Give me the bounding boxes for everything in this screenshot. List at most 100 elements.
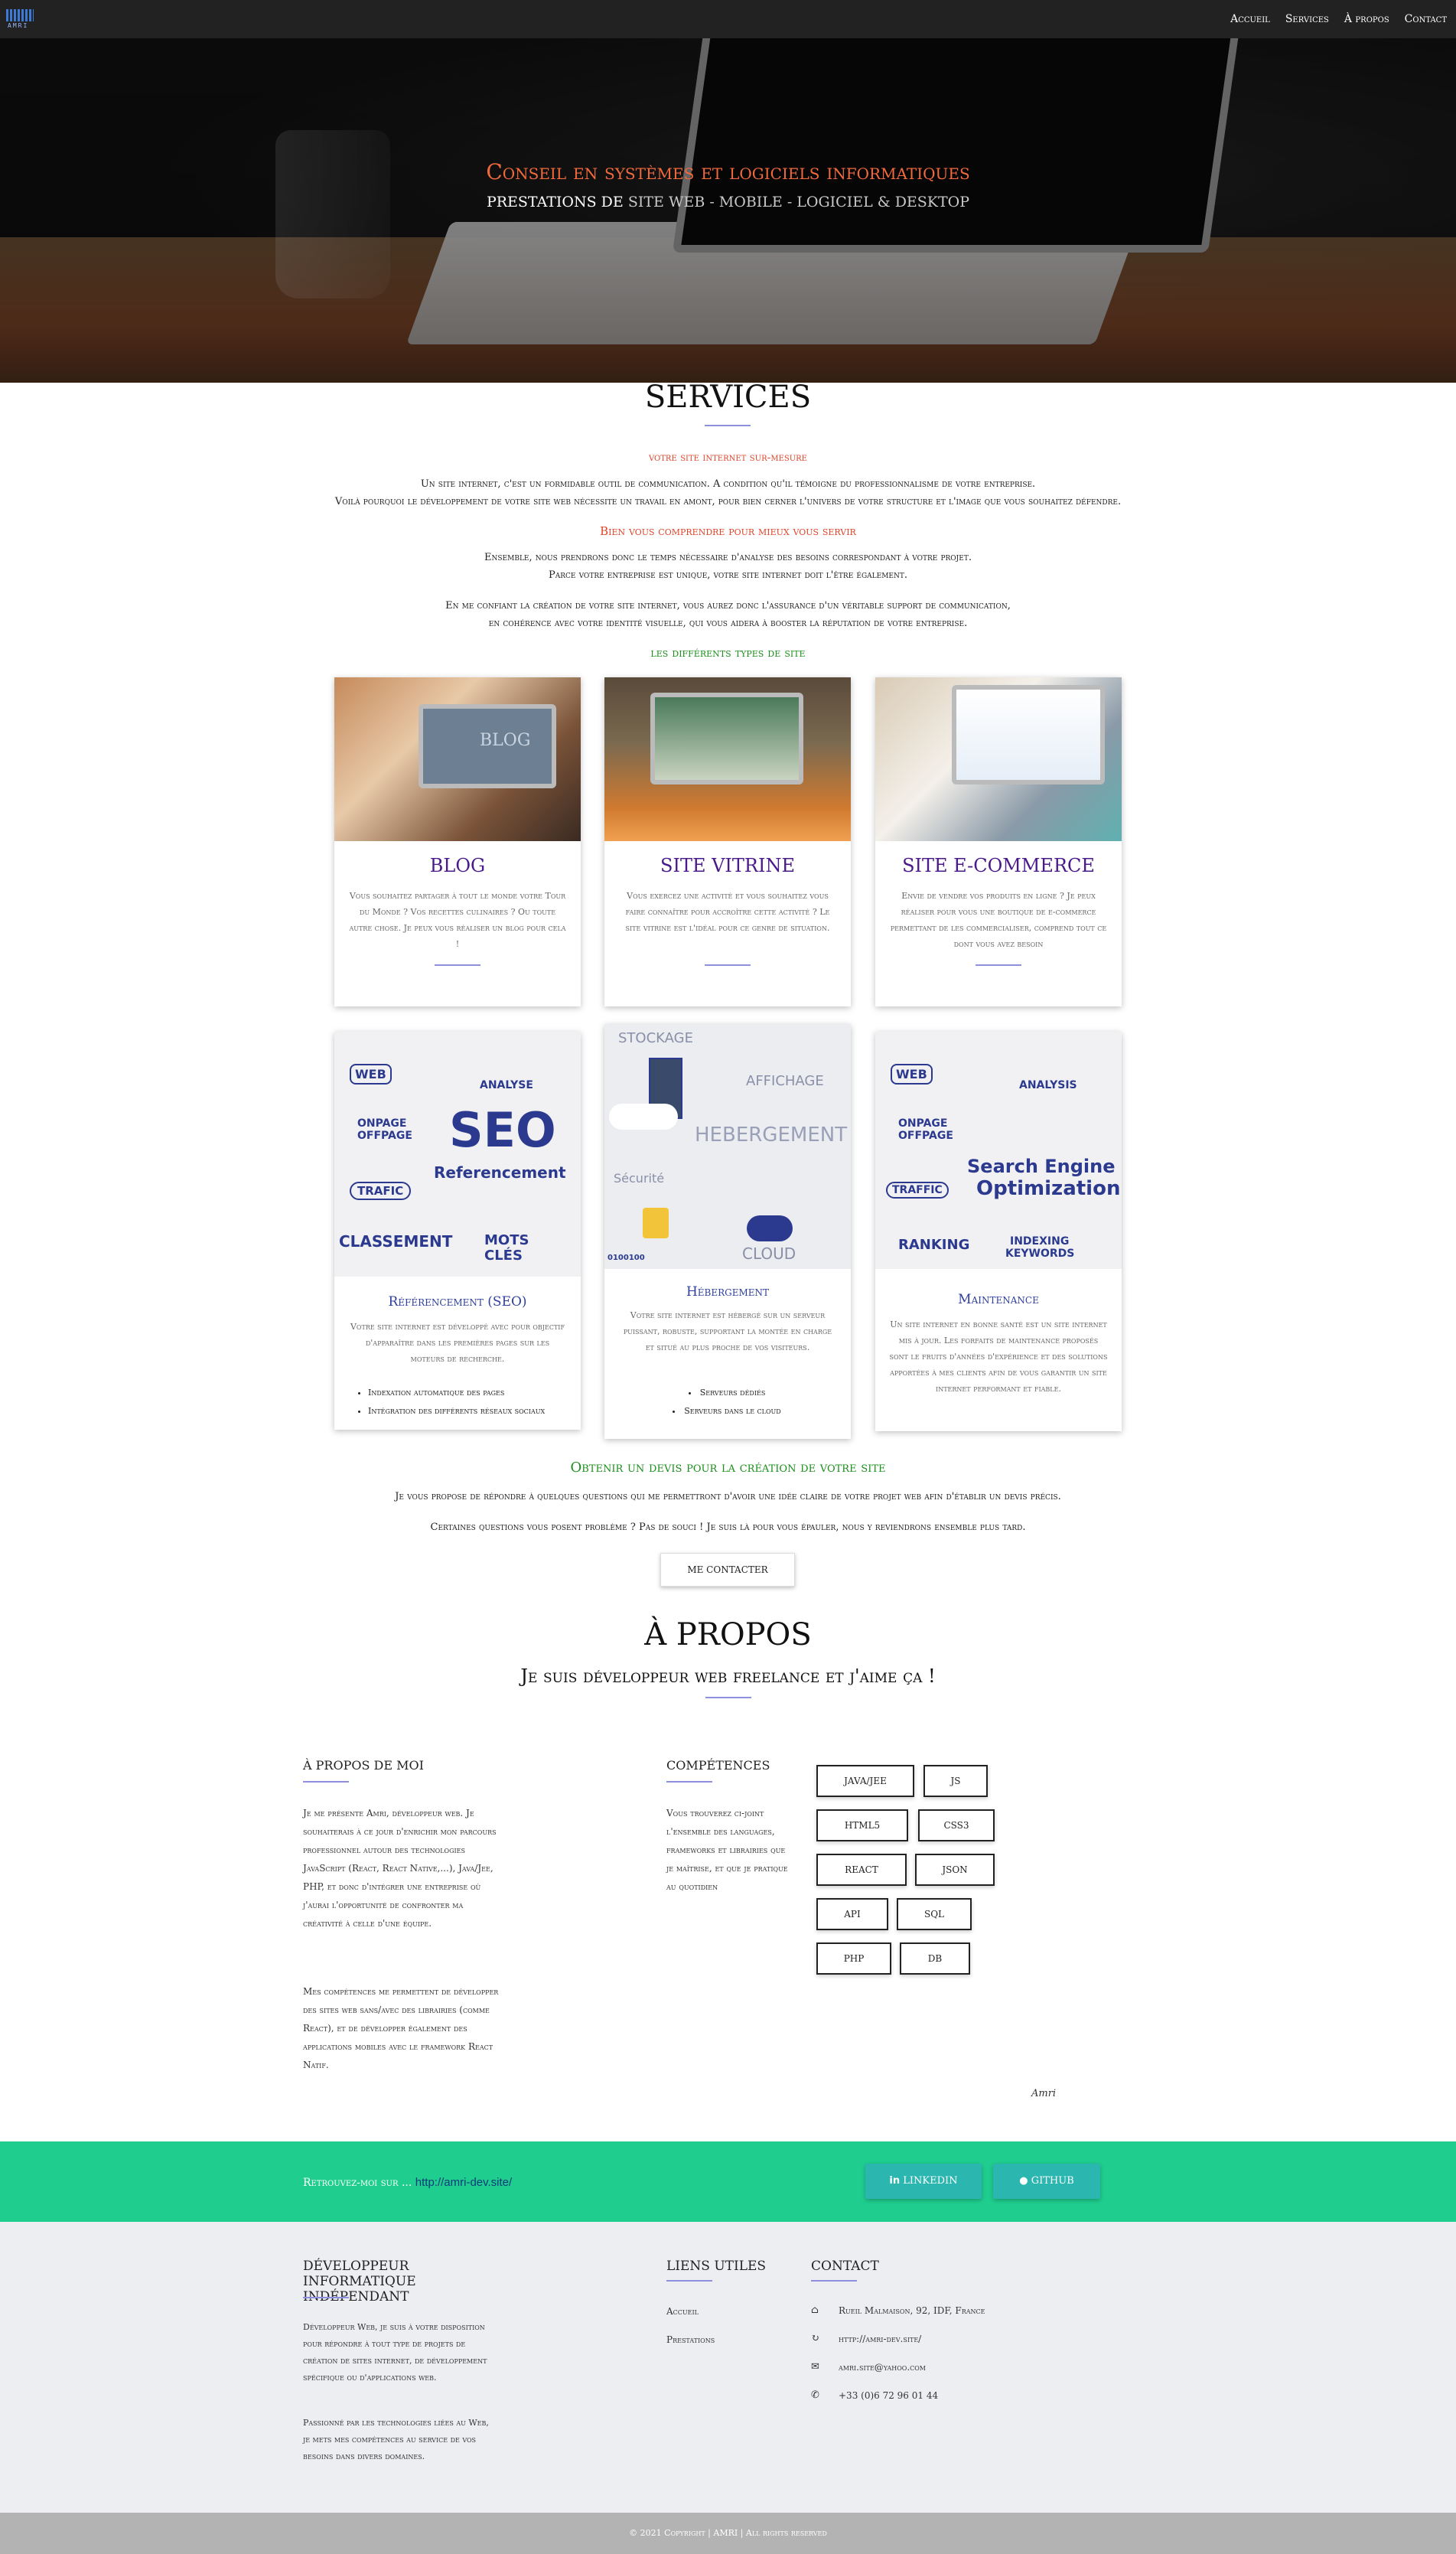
contact-email-text: amri.site@yahoo.com	[839, 2362, 926, 2373]
card-site-vitrine[interactable]: SITE VITRINE Vous exercez une activité e…	[604, 677, 851, 1006]
social-text: Retrouvez-moi sur ... http://amri-dev.si…	[303, 2176, 512, 2189]
about-me-heading: À PROPOS DE MOI	[303, 1758, 424, 1773]
card-vitrine-text: Vous exercez une activité et vous souhai…	[625, 891, 830, 933]
seo-illustration: WEB ANALYSE ONPAGE OFFPAGE SEO Reference…	[334, 1032, 581, 1277]
maint-word-optimization: Optimization	[976, 1177, 1121, 1200]
card-hebergement-features: Serveurs dédiés Serveurs dans le cloud	[620, 1384, 834, 1421]
social-site-link[interactable]: http://amri-dev.site/	[415, 2176, 512, 2189]
hero-banner: Conseil en systèmes et logiciels informa…	[0, 38, 1456, 383]
hero-subtitle-prefix: PRESTATIONS DE	[486, 194, 624, 210]
vitrine-laptop-image	[650, 693, 803, 784]
maint-word-keywords: KEYWORDS	[1005, 1248, 1075, 1260]
seo-feature-item: Indexation automatique des pages	[368, 1384, 570, 1402]
top-navbar: AMRI Accueil Services À propos Contact	[0, 0, 1456, 38]
hero-overlay	[0, 38, 1456, 383]
seo-word-mots: MOTS	[484, 1232, 529, 1248]
linkedin-icon: in	[889, 2175, 901, 2187]
nav-services[interactable]: Services	[1285, 13, 1329, 25]
seo-word-web: WEB	[350, 1064, 392, 1085]
seo-word-onpage: ONPAGE	[357, 1117, 407, 1130]
card-ecommerce-text: Envie de vendre vos produits en ligne ? …	[890, 891, 1107, 949]
card-hebergement-text: Votre site internet est hébergé sur un s…	[623, 1310, 832, 1352]
services-paragraph-4: Parce votre entreprise est unique, votre…	[548, 569, 908, 581]
devis-paragraph-2: Certaines questions vous posent problème…	[430, 1522, 1026, 1533]
contact-phone-text: +33 (0)6 72 96 01 44	[839, 2390, 939, 2401]
logo-graphic	[6, 9, 34, 21]
card-blog[interactable]: BLOG BLOG Vous souhaitez partager à tout…	[334, 677, 581, 1006]
card-seo-text: Votre site internet est développé avec p…	[350, 1322, 565, 1364]
signature: Amri	[1031, 2088, 1057, 2099]
home-icon: ⌂	[811, 2304, 819, 2316]
maint-word-offpage: OFFPAGE	[898, 1130, 953, 1142]
skill-api: API	[816, 1898, 888, 1930]
maint-word-traffic: TRAFFIC	[886, 1182, 949, 1199]
nav-accueil[interactable]: Accueil	[1230, 13, 1270, 25]
hosting-word-stockage: STOCKAGE	[618, 1030, 693, 1046]
github-icon: ●	[1019, 2175, 1028, 2187]
ecommerce-photo	[875, 677, 1122, 841]
footer: DÉVELOPPEUR INFORMATIQUE INDÉPENDANT Dév…	[0, 2222, 1456, 2513]
card-ecommerce-underline	[976, 964, 1021, 966]
services-paragraph-5: En me confiant la création de votre site…	[445, 600, 1011, 612]
card-seo-title: Référencement (SEO)	[388, 1294, 527, 1310]
skill-db: DB	[900, 1942, 970, 1975]
devis-paragraph-1: Je vous propose de répondre à quelques q…	[395, 1491, 1061, 1502]
linkedin-label: LINKEDIN	[903, 2175, 958, 2187]
hosting-word-securite: Sécurité	[614, 1171, 665, 1186]
github-label: GITHUB	[1031, 2175, 1074, 2187]
seo-word-seo: SEO	[449, 1102, 556, 1158]
hosting-word-hebergement: HEBERGEMENT	[695, 1124, 848, 1147]
contact-address-text: Rueil Malmaison, 92, IDF, France	[839, 2305, 985, 2316]
lock-icon	[643, 1208, 669, 1238]
seo-feature-item: Intégration des différents réseaux socia…	[368, 1402, 570, 1421]
cloud-icon	[609, 1104, 678, 1130]
about-me-paragraph-2: Mes compétences me permettent de dévelop…	[303, 1986, 499, 2070]
contact-website-text: http://amri-dev.site/	[839, 2334, 922, 2344]
contact-phone[interactable]: ✆ +33 (0)6 72 96 01 44	[811, 2389, 1041, 2405]
card-vitrine-title: SITE VITRINE	[660, 855, 795, 876]
social-label: Retrouvez-moi sur ...	[303, 2177, 412, 2189]
copyright-bar: © 2021 Copyright | AMRI | All rights res…	[0, 2513, 1456, 2554]
card-referencement[interactable]: WEB ANALYSE ONPAGE OFFPAGE SEO Reference…	[334, 1032, 581, 1430]
skill-json: JSON	[915, 1854, 995, 1886]
services-title: SERVICES	[644, 380, 812, 415]
skills-heading: COMPÉTENCES	[666, 1758, 770, 1773]
linkedin-button[interactable]: in LINKEDIN	[865, 2164, 982, 2199]
maint-word-web: WEB	[891, 1064, 933, 1085]
footer-col3-heading: CONTACT	[811, 2259, 879, 2274]
hosting-word-binary: 0100100	[607, 1254, 645, 1262]
contact-email[interactable]: ✉ amri.site@yahoo.com	[811, 2361, 1041, 2376]
hero-subtitle: PRESTATIONS DE SITE WEB - MOBILE - LOGIC…	[0, 194, 1456, 210]
nav-contact[interactable]: Contact	[1405, 13, 1447, 25]
card-vitrine-underline	[705, 964, 751, 966]
card-maintenance-text: Un site internet en bonne santé est un s…	[889, 1319, 1108, 1394]
brand-logo[interactable]: AMRI	[6, 9, 34, 29]
contact-website[interactable]: ↻ http://amri-dev.site/	[811, 2333, 1041, 2348]
card-site-ecommerce[interactable]: SITE E-COMMERCE Envie de vendre vos prod…	[875, 677, 1122, 1006]
seo-word-referencement: Referencement	[434, 1163, 566, 1182]
nav-a-propos[interactable]: À propos	[1344, 13, 1389, 25]
services-heading-comprendre: Bien vous comprendre pour mieux vous ser…	[600, 524, 856, 538]
blog-photo-word: BLOG	[480, 731, 531, 750]
refresh-icon: ↻	[811, 2333, 819, 2344]
github-button[interactable]: ● GITHUB	[993, 2164, 1100, 2199]
phone-icon: ✆	[811, 2389, 819, 2401]
seo-word-classement: CLASSEMENT	[339, 1232, 453, 1251]
skill-sql: SQL	[897, 1898, 972, 1930]
cloud-dark-icon	[747, 1215, 793, 1241]
seo-word-offpage: OFFPAGE	[357, 1130, 412, 1142]
footer-link-prestations[interactable]: Prestations	[666, 2334, 715, 2345]
card-hebergement[interactable]: STOCKAGE AFFICHAGE HEBERGEMENT Sécurité …	[604, 1024, 851, 1439]
card-seo-features: Indexation automatique des pages Intégra…	[356, 1384, 570, 1421]
card-maintenance[interactable]: WEB ANALYSIS ONPAGE OFFPAGE Search Engin…	[875, 1032, 1122, 1431]
card-blog-text: Vous souhaitez partager à tout le monde …	[349, 891, 566, 949]
footer-col1-paragraph-1: Développeur Web, je suis à votre disposi…	[303, 2322, 487, 2383]
devis-heading: Obtenir un devis pour la création de vot…	[570, 1460, 886, 1476]
seo-word-analyse: ANALYSE	[480, 1079, 533, 1091]
footer-link-accueil[interactable]: Accueil	[666, 2306, 699, 2317]
contact-me-button[interactable]: ME CONTACTER	[660, 1553, 795, 1587]
hosting-feature-item: Serveurs dédiés	[620, 1384, 834, 1402]
social-bar: Retrouvez-moi sur ... http://amri-dev.si…	[0, 2141, 1456, 2222]
skill-js: JS	[923, 1765, 988, 1797]
skill-php: PHP	[816, 1942, 891, 1975]
